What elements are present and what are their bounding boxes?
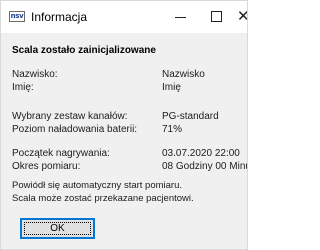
field-row-channel-set: Wybrany zestaw kanałów: PG-standard (12, 111, 247, 123)
maximize-icon (211, 11, 222, 22)
close-icon: ✕ (237, 8, 247, 24)
minimize-button[interactable] (162, 1, 200, 33)
field-value-channel-set: PG-standard (162, 111, 219, 122)
title-bar[interactable]: nsv Informacja ✕ (1, 1, 247, 33)
window-title: Informacja (31, 10, 88, 24)
field-row-firstname: Imię: Imię (12, 82, 247, 94)
field-value-surname: Nazwisko (162, 69, 205, 80)
field-row-measurement-period: Okres pomiaru: 08 Godziny 00 Minuty (12, 161, 247, 173)
field-row-recording-start: Początek nagrywania: 03.07.2020 22:00 (12, 148, 247, 160)
field-label-recording-start: Początek nagrywania: (12, 148, 110, 159)
field-row-surname: Nazwisko: Nazwisko (12, 69, 247, 81)
field-label-battery: Poziom naładowania baterii: (12, 124, 138, 135)
message-handover: Scala może zostać przekazane pacjentowi. (12, 193, 194, 204)
app-icon: nsv (9, 11, 25, 22)
field-label-channel-set: Wybrany zestaw kanałów: (12, 111, 128, 122)
field-value-battery: 71% (162, 124, 183, 135)
field-label-firstname: Imię: (12, 82, 34, 93)
field-row-battery: Poziom naładowania baterii: 71% (12, 124, 247, 136)
field-value-firstname: Imię (162, 82, 181, 93)
ok-button-label: OK (50, 223, 65, 234)
minimize-icon (175, 17, 186, 18)
dialog-heading: Scala zostało zainicjalizowane (12, 45, 156, 56)
close-button[interactable]: ✕ (233, 1, 247, 33)
field-value-measurement-period: 08 Godziny 00 Minuty (162, 161, 247, 172)
ok-button[interactable]: OK (20, 218, 95, 239)
dialog-window: nsv Informacja ✕ Scala zostało zainicjal… (0, 0, 248, 250)
field-value-recording-start: 03.07.2020 22:00 (162, 148, 240, 159)
field-label-surname: Nazwisko: (12, 69, 58, 80)
field-label-measurement-period: Okres pomiaru: (12, 161, 81, 172)
message-start-success: Powiódł się automatyczny start pomiaru. (12, 180, 183, 191)
